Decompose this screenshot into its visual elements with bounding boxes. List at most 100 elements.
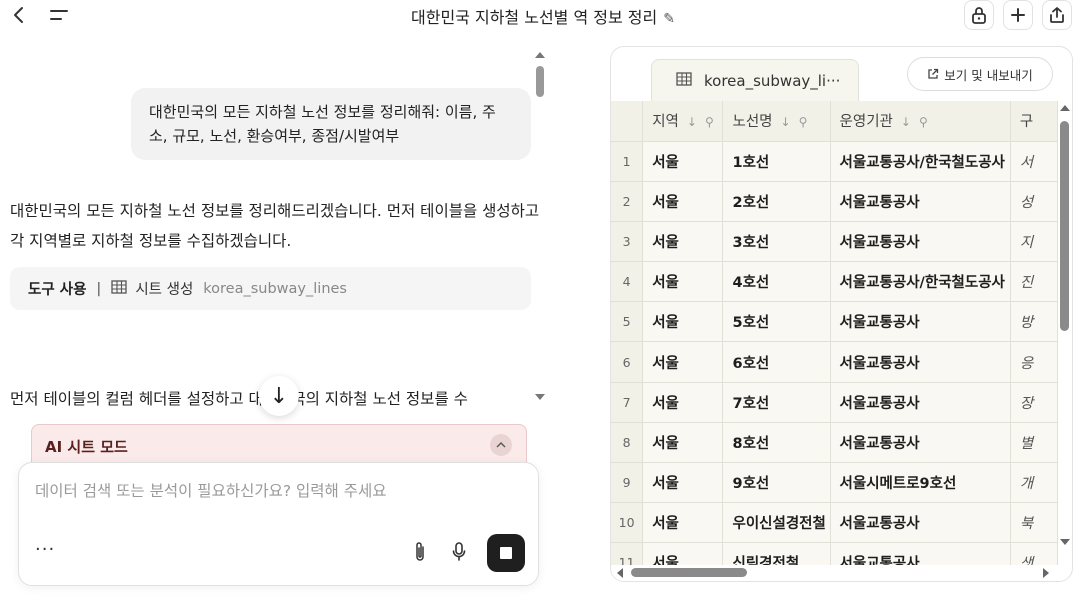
sheet-hscroll-thumb[interactable] (631, 568, 747, 577)
row-number[interactable]: 11 (611, 542, 644, 565)
cell-line-name[interactable]: 신림경전철 (722, 542, 831, 565)
row-number[interactable]: 6 (611, 341, 644, 383)
column-header[interactable]: 노선명 ↓ ⚲ (722, 101, 831, 142)
table-row[interactable]: 5 서울 5호선 서울교통공사 방 (611, 301, 1058, 343)
scroll-up-arrow[interactable] (1060, 105, 1070, 111)
add-button[interactable] (1003, 0, 1033, 30)
mic-button[interactable] (448, 539, 470, 565)
more-options-button[interactable]: ··· (35, 539, 55, 560)
sheet-tab[interactable]: korea_subway_li··· (651, 59, 859, 101)
cell-partial[interactable]: 샛 (1010, 542, 1058, 565)
chat-input[interactable] (35, 477, 515, 505)
cell-region[interactable]: 서울 (642, 542, 724, 565)
column-header[interactable]: 구 (1010, 101, 1058, 142)
table-row[interactable]: 10 서울 우이신설경전철 서울교통공사 북 (611, 502, 1058, 544)
chevron-up-icon[interactable] (490, 434, 512, 456)
cell-region[interactable]: 서울 (642, 301, 724, 343)
cell-operator[interactable]: 서울교통공사 (830, 221, 1011, 263)
chat-scrollbar-thumb[interactable] (536, 66, 544, 97)
cell-region[interactable]: 서울 (642, 462, 724, 504)
lock-button[interactable] (964, 0, 994, 30)
cell-line-name[interactable]: 6호선 (722, 341, 831, 383)
page-title[interactable]: 대한민국 지하철 노선별 역 정보 정리 ✎ (0, 4, 1086, 28)
sort-down-icon[interactable]: ↓ (781, 115, 791, 129)
cell-operator[interactable]: 서울교통공사 (830, 301, 1011, 343)
sheet-table[interactable]: 지역 ↓ ⚲ 노선명 ↓ ⚲ 운영기관 ↓ ⚲ 구 1 서울 1호선 서울교통공사/한국철도공사 서… (611, 101, 1058, 565)
cell-operator[interactable]: 서울교통공사 (830, 422, 1011, 464)
cell-line-name[interactable]: 5호선 (722, 301, 831, 343)
stop-button[interactable] (487, 534, 525, 572)
cell-region[interactable]: 서울 (642, 141, 724, 182)
cell-partial[interactable]: 별 (1010, 422, 1058, 464)
cell-line-name[interactable]: 1호선 (722, 141, 831, 182)
row-number[interactable]: 8 (611, 422, 644, 464)
sheet-vscroll-thumb[interactable] (1060, 121, 1069, 331)
cell-partial[interactable]: 방 (1010, 301, 1058, 343)
table-row[interactable]: 11 서울 신림경전철 서울교통공사 샛 (611, 542, 1058, 565)
pin-icon[interactable]: ⚲ (799, 115, 808, 129)
cell-operator[interactable]: 서울교통공사 (830, 542, 1011, 565)
cell-region[interactable]: 서울 (642, 502, 724, 544)
column-header[interactable]: 지역 ↓ ⚲ (642, 101, 724, 142)
cell-line-name[interactable]: 2호선 (722, 181, 831, 222)
scroll-to-bottom-button[interactable]: ↓ (259, 376, 299, 416)
pin-icon[interactable]: ⚲ (919, 115, 928, 129)
scroll-left-arrow[interactable] (617, 568, 623, 578)
sheet-horizontal-scrollbar[interactable] (611, 565, 1058, 581)
cell-partial[interactable]: 개 (1010, 462, 1058, 504)
row-number[interactable]: 7 (611, 382, 644, 423)
row-number[interactable]: 10 (611, 502, 644, 544)
cell-partial[interactable]: 진 (1010, 261, 1058, 303)
cell-line-name[interactable]: 4호선 (722, 261, 831, 303)
cell-operator[interactable]: 서울교통공사 (830, 181, 1011, 222)
sheet-vertical-scrollbar[interactable] (1058, 101, 1072, 565)
cell-region[interactable]: 서울 (642, 221, 724, 263)
cell-partial[interactable]: 장 (1010, 382, 1058, 423)
cell-line-name[interactable]: 8호선 (722, 422, 831, 464)
table-row[interactable]: 7 서울 7호선 서울교통공사 장 (611, 382, 1058, 423)
table-row[interactable]: 4 서울 4호선 서울교통공사/한국철도공사 진 (611, 261, 1058, 303)
row-number[interactable]: 1 (611, 141, 644, 182)
cell-region[interactable]: 서울 (642, 422, 724, 464)
chat-scroll-down[interactable] (535, 394, 545, 400)
cell-partial[interactable]: 응 (1010, 341, 1058, 383)
cell-operator[interactable]: 서울교통공사 (830, 502, 1011, 544)
tool-use-card[interactable]: 도구 사용 | 시트 생성 korea_subway_lines (10, 267, 531, 310)
cell-operator[interactable]: 서울교통공사 (830, 341, 1011, 383)
cell-region[interactable]: 서울 (642, 261, 724, 303)
row-number[interactable]: 3 (611, 221, 644, 263)
cell-line-name[interactable]: 7호선 (722, 382, 831, 423)
table-row[interactable]: 8 서울 8호선 서울교통공사 별 (611, 422, 1058, 464)
row-number[interactable]: 2 (611, 181, 644, 222)
cell-region[interactable]: 서울 (642, 382, 724, 423)
attach-button[interactable] (409, 539, 431, 565)
cell-line-name[interactable]: 우이신설경전철 (722, 502, 831, 544)
sort-down-icon[interactable]: ↓ (687, 115, 697, 129)
cell-partial[interactable]: 북 (1010, 502, 1058, 544)
sort-down-icon[interactable]: ↓ (901, 115, 911, 129)
table-row[interactable]: 2 서울 2호선 서울교통공사 성 (611, 181, 1058, 222)
cell-partial[interactable]: 서 (1010, 141, 1058, 182)
table-row[interactable]: 6 서울 6호선 서울교통공사 응 (611, 341, 1058, 383)
cell-partial[interactable]: 지 (1010, 221, 1058, 263)
view-export-button[interactable]: 보기 및 내보내기 (907, 57, 1053, 91)
scroll-down-arrow[interactable] (1060, 539, 1070, 545)
cell-operator[interactable]: 서울교통공사/한국철도공사 (830, 141, 1011, 182)
cell-operator[interactable]: 서울시메트로9호선 (830, 462, 1011, 504)
cell-operator[interactable]: 서울교통공사/한국철도공사 (830, 261, 1011, 303)
table-row[interactable]: 3 서울 3호선 서울교통공사 지 (611, 221, 1058, 263)
scroll-right-arrow[interactable] (1043, 568, 1049, 578)
table-row[interactable]: 9 서울 9호선 서울시메트로9호선 개 (611, 462, 1058, 504)
share-button[interactable] (1042, 0, 1072, 30)
cell-region[interactable]: 서울 (642, 181, 724, 222)
cell-line-name[interactable]: 9호선 (722, 462, 831, 504)
column-header[interactable]: 운영기관 ↓ ⚲ (830, 101, 1011, 142)
row-number[interactable]: 5 (611, 301, 644, 343)
row-number[interactable]: 4 (611, 261, 644, 303)
cell-region[interactable]: 서울 (642, 341, 724, 383)
table-row[interactable]: 1 서울 1호선 서울교통공사/한국철도공사 서 (611, 141, 1058, 182)
cell-operator[interactable]: 서울교통공사 (830, 382, 1011, 423)
row-number[interactable]: 9 (611, 462, 644, 504)
cell-line-name[interactable]: 3호선 (722, 221, 831, 263)
chat-scroll-up[interactable] (535, 52, 545, 58)
